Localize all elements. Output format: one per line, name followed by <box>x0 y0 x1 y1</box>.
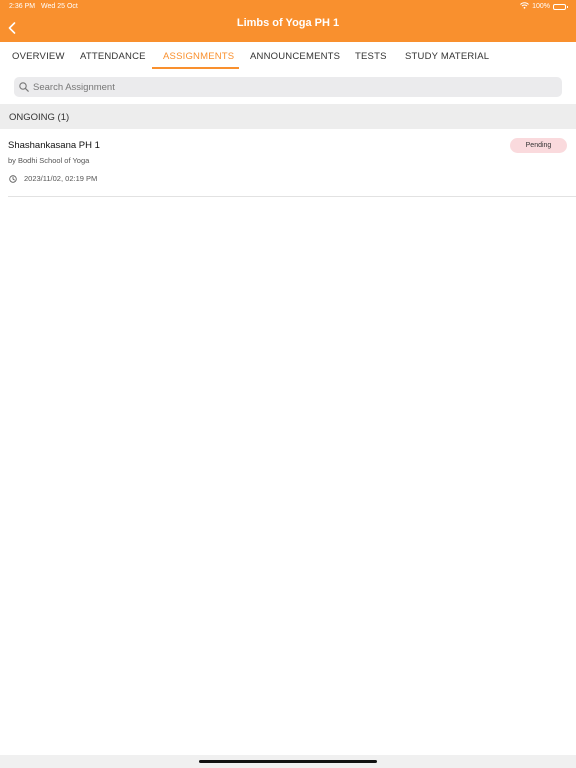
list-divider <box>8 196 576 197</box>
status-badge: Pending <box>510 138 567 153</box>
search-icon <box>19 82 29 92</box>
tab-tests[interactable]: TESTS <box>355 51 387 62</box>
assignment-author: by Bodhi School of Yoga <box>8 156 90 165</box>
assignment-datetime-row: 2023/11/02, 02:19 PM <box>9 174 97 183</box>
search-input[interactable] <box>33 81 533 93</box>
app-header: 2:36 PM Wed 25 Oct 100% Limbs of Yoga PH… <box>0 0 576 42</box>
bottom-bar <box>0 755 576 768</box>
assignment-item[interactable]: Shashankasana PH 1 by Bodhi School of Yo… <box>0 129 576 196</box>
section-title: ONGOING (1) <box>9 112 70 123</box>
tab-announcements[interactable]: ANNOUNCEMENTS <box>250 51 340 62</box>
wifi-icon <box>520 2 529 11</box>
search-area <box>0 70 576 104</box>
status-indicators: 100% <box>520 2 568 11</box>
clock-icon <box>9 174 17 183</box>
page-title: Limbs of Yoga PH 1 <box>236 17 340 29</box>
status-bar: 2:36 PM Wed 25 Oct 100% <box>0 0 576 13</box>
assignment-title: Shashankasana PH 1 <box>8 140 100 151</box>
battery-percent: 100% <box>532 3 550 10</box>
tab-attendance[interactable]: ATTENDANCE <box>80 51 146 62</box>
search-box[interactable] <box>14 77 562 97</box>
battery-icon <box>553 3 568 10</box>
assignment-datetime: 2023/11/02, 02:19 PM <box>24 174 98 183</box>
status-time: 2:36 PM <box>9 3 36 10</box>
active-tab-indicator <box>152 67 239 69</box>
tab-assignments[interactable]: ASSIGNMENTS <box>163 51 234 62</box>
home-indicator[interactable] <box>199 760 377 763</box>
tab-overview[interactable]: OVERVIEW <box>12 51 65 62</box>
tab-study-material[interactable]: STUDY MATERIAL <box>405 51 489 62</box>
tab-bar: OVERVIEW ATTENDANCE ASSIGNMENTS ANNOUNCE… <box>0 42 576 70</box>
section-header-ongoing: ONGOING (1) <box>0 104 576 129</box>
status-date: Wed 25 Oct <box>41 3 78 10</box>
